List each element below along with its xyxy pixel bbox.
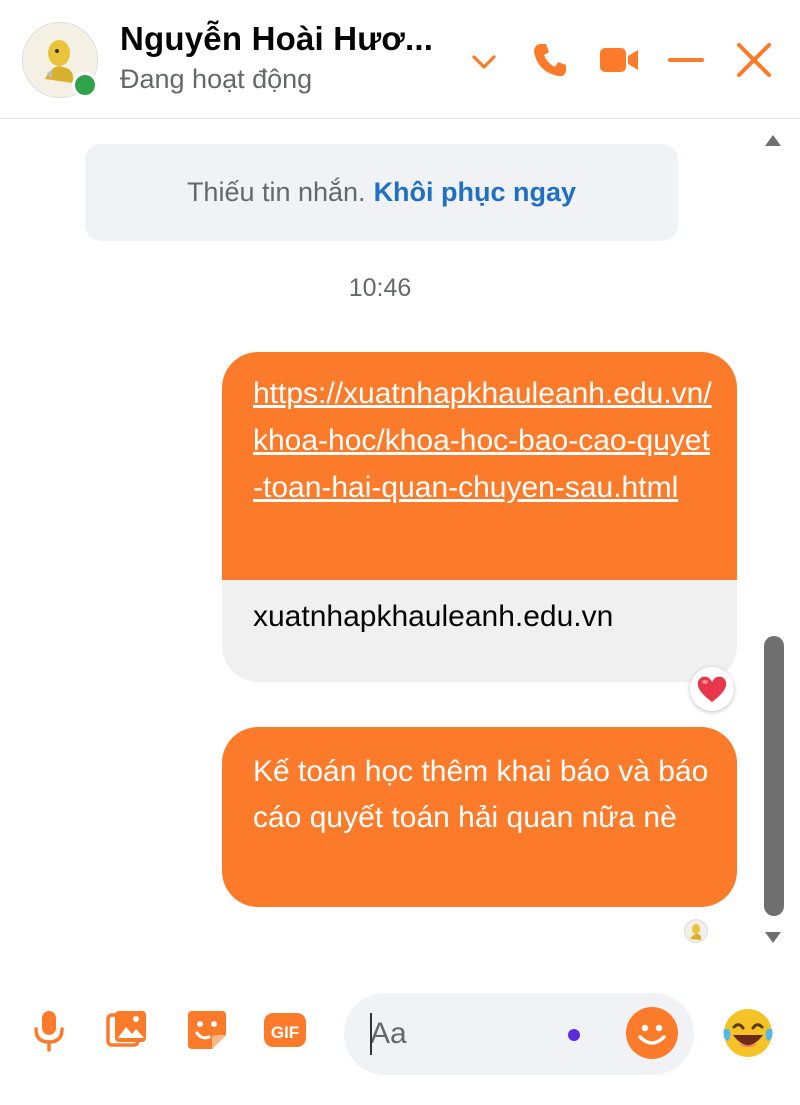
chevron-down-icon[interactable] [466,44,502,80]
text-cursor [370,1013,372,1055]
video-call-icon[interactable] [598,40,640,80]
link-message-bubble[interactable]: https://xuatnhapkhauleanh.edu.vn/khoa-ho… [222,352,737,682]
missing-messages-notice: Thiếu tin nhắn. Khôi phục ngay [85,144,678,241]
gif-icon[interactable]: GIF [262,1007,308,1053]
phone-call-icon[interactable] [530,40,570,80]
message-link-url[interactable]: https://xuatnhapkhauleanh.edu.vn/khoa-ho… [222,352,737,580]
link-preview-domain[interactable]: xuatnhapkhauleanh.edu.vn [222,580,737,634]
emoji-picker-icon[interactable] [626,1007,678,1059]
text-message-bubble[interactable]: Kế toán học thêm khai báo và báo cáo quy… [222,727,737,907]
contact-status: Đang hoạt động [120,64,313,94]
assistant-indicator-dot [568,1029,580,1041]
message-composer: GIF [0,955,800,1105]
scrollbar-thumb[interactable] [764,636,784,916]
message-timestamp: 10:46 [348,274,412,302]
contact-name[interactable]: Nguyễn Hoài Hươ... [120,20,433,58]
photo-gallery-icon[interactable] [104,1007,150,1053]
restore-now-link[interactable]: Khôi phục ngay [374,177,577,208]
chat-header: Nguyễn Hoài Hươ... Đang hoạt động [0,0,800,119]
sticker-icon[interactable] [184,1007,230,1053]
online-status-indicator [72,72,98,98]
svg-text:GIF: GIF [271,1023,299,1042]
heart-reaction-icon[interactable] [690,667,734,711]
message-list: Thiếu tin nhắn. Khôi phục ngay 10:46 htt… [0,119,800,955]
minimize-icon[interactable] [666,40,706,80]
microphone-icon[interactable] [26,1007,72,1053]
close-icon[interactable] [734,40,774,80]
missing-messages-text: Thiếu tin nhắn. [186,177,366,207]
seen-by-avatar [684,919,708,943]
scroll-up-arrow-icon[interactable] [762,131,784,149]
quick-reaction-laugh-icon[interactable] [720,1005,776,1061]
scroll-down-arrow-icon[interactable] [762,929,784,947]
chat-window: Nguyễn Hoài Hươ... Đang hoạt động Thiếu … [0,0,800,1105]
